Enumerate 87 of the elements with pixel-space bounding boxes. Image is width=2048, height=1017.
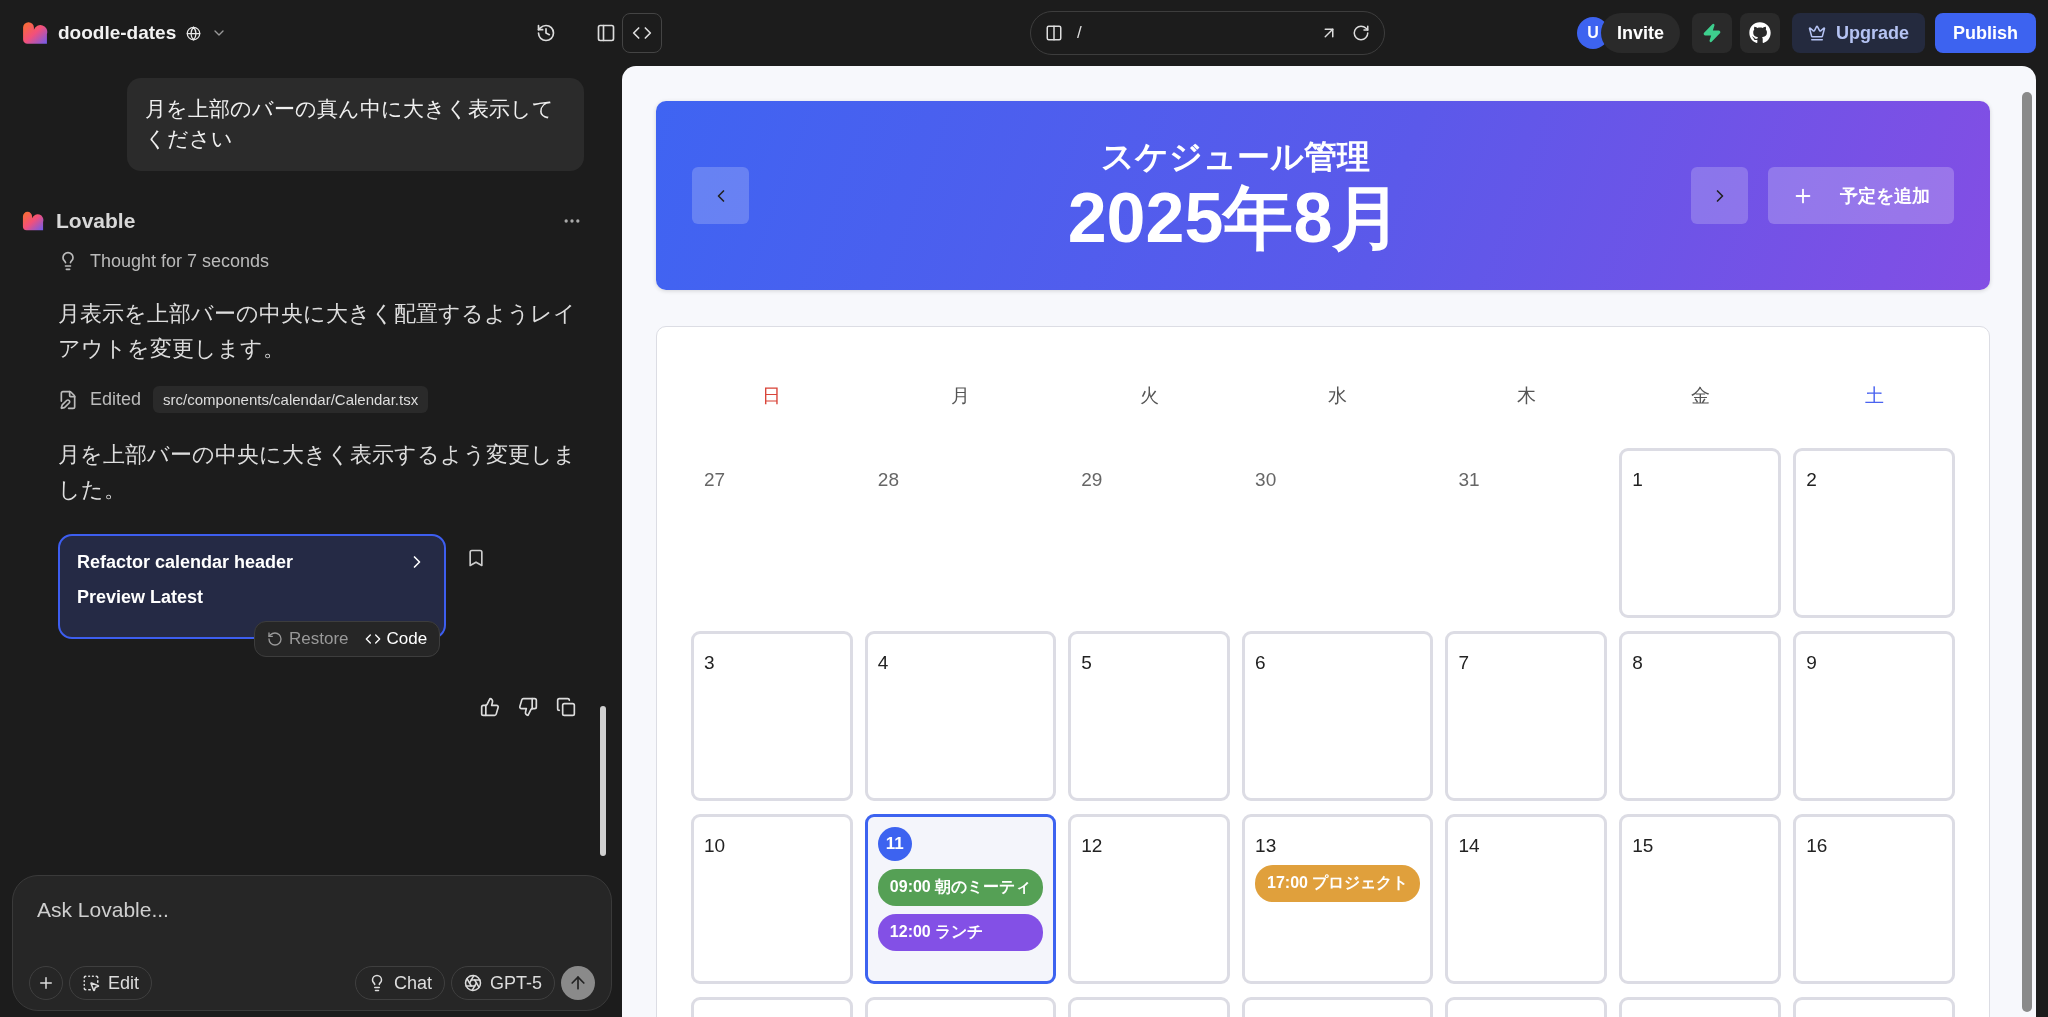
logo-icon <box>22 209 44 232</box>
day-cell[interactable]: 15 <box>1619 814 1782 984</box>
pointer-select-icon <box>82 974 100 992</box>
thought-label[interactable]: Thought for 7 seconds <box>90 250 270 272</box>
chat-composer[interactable]: Ask Lovable... Edit Chat GPT-5 <box>12 875 612 1011</box>
day-cell[interactable]: 16 <box>1793 814 1955 984</box>
crown-icon <box>1807 24 1826 42</box>
history-icon <box>536 23 556 43</box>
day-number: 10 <box>704 835 726 857</box>
file-path-chip[interactable]: src/components/calendar/Calendar.tsx <box>153 386 429 414</box>
panel-icon <box>596 23 616 43</box>
version-title: Refactor calendar header <box>77 551 294 573</box>
day-cell[interactable]: 6 <box>1242 631 1434 801</box>
aperture-icon <box>464 974 482 992</box>
send-button[interactable] <box>561 966 595 1000</box>
day-number: 9 <box>1806 652 1817 674</box>
day-cell[interactable]: 5 <box>1068 631 1231 801</box>
assistant-message: 月表示を上部バーの中央に大きく配置するようレイアウトを変更します。 <box>58 299 577 364</box>
day-number: 4 <box>877 652 889 674</box>
day-cell[interactable]: 8 <box>1619 631 1782 801</box>
invite-button[interactable]: Invite <box>1600 13 1680 53</box>
project-name[interactable]: doodle-dates <box>58 22 177 44</box>
day-number: 14 <box>1458 835 1480 857</box>
day-number: 12 <box>1081 835 1103 857</box>
day-cell[interactable]: 11 09:00 朝のミーティ 12:00 ランチ <box>864 814 1057 984</box>
file-edit-icon <box>58 389 78 410</box>
scrollbar-thumb[interactable] <box>600 706 606 856</box>
globe-icon <box>186 25 202 41</box>
assistant-summary: 月を上部バーの中央に大きく表示するよう変更しました。 <box>58 441 577 505</box>
day-cell[interactable]: 9 <box>1793 631 1955 801</box>
device-icon <box>1045 24 1063 42</box>
day-number: 7 <box>1458 652 1469 674</box>
github-button[interactable] <box>1739 13 1780 53</box>
day-cell[interactable]: 14 <box>1445 814 1608 984</box>
restore-icon <box>267 630 283 647</box>
plus-icon <box>37 974 55 992</box>
lightning-icon <box>1701 23 1722 43</box>
day-number: 3 <box>704 652 715 674</box>
bookmark-icon[interactable] <box>466 547 486 568</box>
day-cell[interactable]: 2 <box>1793 448 1955 618</box>
lightning-button[interactable] <box>1691 13 1732 53</box>
day-number: 29 <box>1081 469 1103 491</box>
day-number: 1 <box>1632 469 1643 491</box>
day-cell[interactable]: 4 <box>864 631 1057 801</box>
github-icon <box>1748 22 1771 44</box>
weekday-label: 水 <box>1327 384 1349 408</box>
weekday-label: 土 <box>1863 384 1885 408</box>
day-cell[interactable]: 3 <box>691 631 853 801</box>
thumbs-down-icon <box>518 696 538 717</box>
today-date-badge: 11 <box>877 827 912 861</box>
day-number: 15 <box>1632 835 1654 857</box>
day-number: 28 <box>877 469 899 491</box>
logo-icon <box>22 20 48 46</box>
weekday-label: 金 <box>1689 384 1711 408</box>
day-number: 2 <box>1806 469 1817 491</box>
day-cell[interactable]: 1 <box>1619 448 1782 618</box>
copy-icon <box>556 696 576 717</box>
day-number: 30 <box>1255 469 1277 491</box>
url-path: / <box>1077 23 1082 43</box>
day-number: 31 <box>1458 469 1480 491</box>
assistant-name: Lovable <box>56 208 137 233</box>
version-subtitle: Preview Latest <box>77 586 205 608</box>
refresh-icon <box>1352 24 1370 42</box>
code-view-button[interactable] <box>622 13 662 53</box>
day-cell[interactable]: 10 <box>691 814 853 984</box>
month-title: 2025年8月 <box>1067 179 1403 257</box>
day-number: 8 <box>1632 652 1643 674</box>
day-number: 16 <box>1806 835 1828 857</box>
day-cell[interactable]: 12 <box>1068 814 1231 984</box>
weekday-label: 木 <box>1515 384 1537 408</box>
weekday-label: 火 <box>1138 384 1160 408</box>
edited-label: Edited <box>90 389 142 411</box>
event-chip[interactable]: 12:00 ランチ <box>877 914 1044 951</box>
preview-scrollbar[interactable] <box>2022 92 2032 1012</box>
upgrade-button[interactable]: Upgrade <box>1791 13 1925 53</box>
day-number: 13 <box>1255 835 1277 857</box>
day-number: 5 <box>1081 652 1092 674</box>
calendar-title: スケジュール管理 <box>1100 136 1370 177</box>
day-number: 6 <box>1255 652 1266 674</box>
day-cell[interactable]: 13 17:00 プロジェクト <box>1242 814 1434 984</box>
thumbs-up-icon <box>480 696 500 717</box>
weekday-label: 日 <box>761 384 783 408</box>
day-number: 27 <box>704 469 726 491</box>
weekday-label: 月 <box>950 384 972 408</box>
user-message: 月を上部のバーの真ん中に大きく表示してください <box>127 78 584 171</box>
publish-button[interactable]: Publish <box>1935 13 2036 53</box>
day-cell[interactable]: 7 <box>1445 631 1608 801</box>
